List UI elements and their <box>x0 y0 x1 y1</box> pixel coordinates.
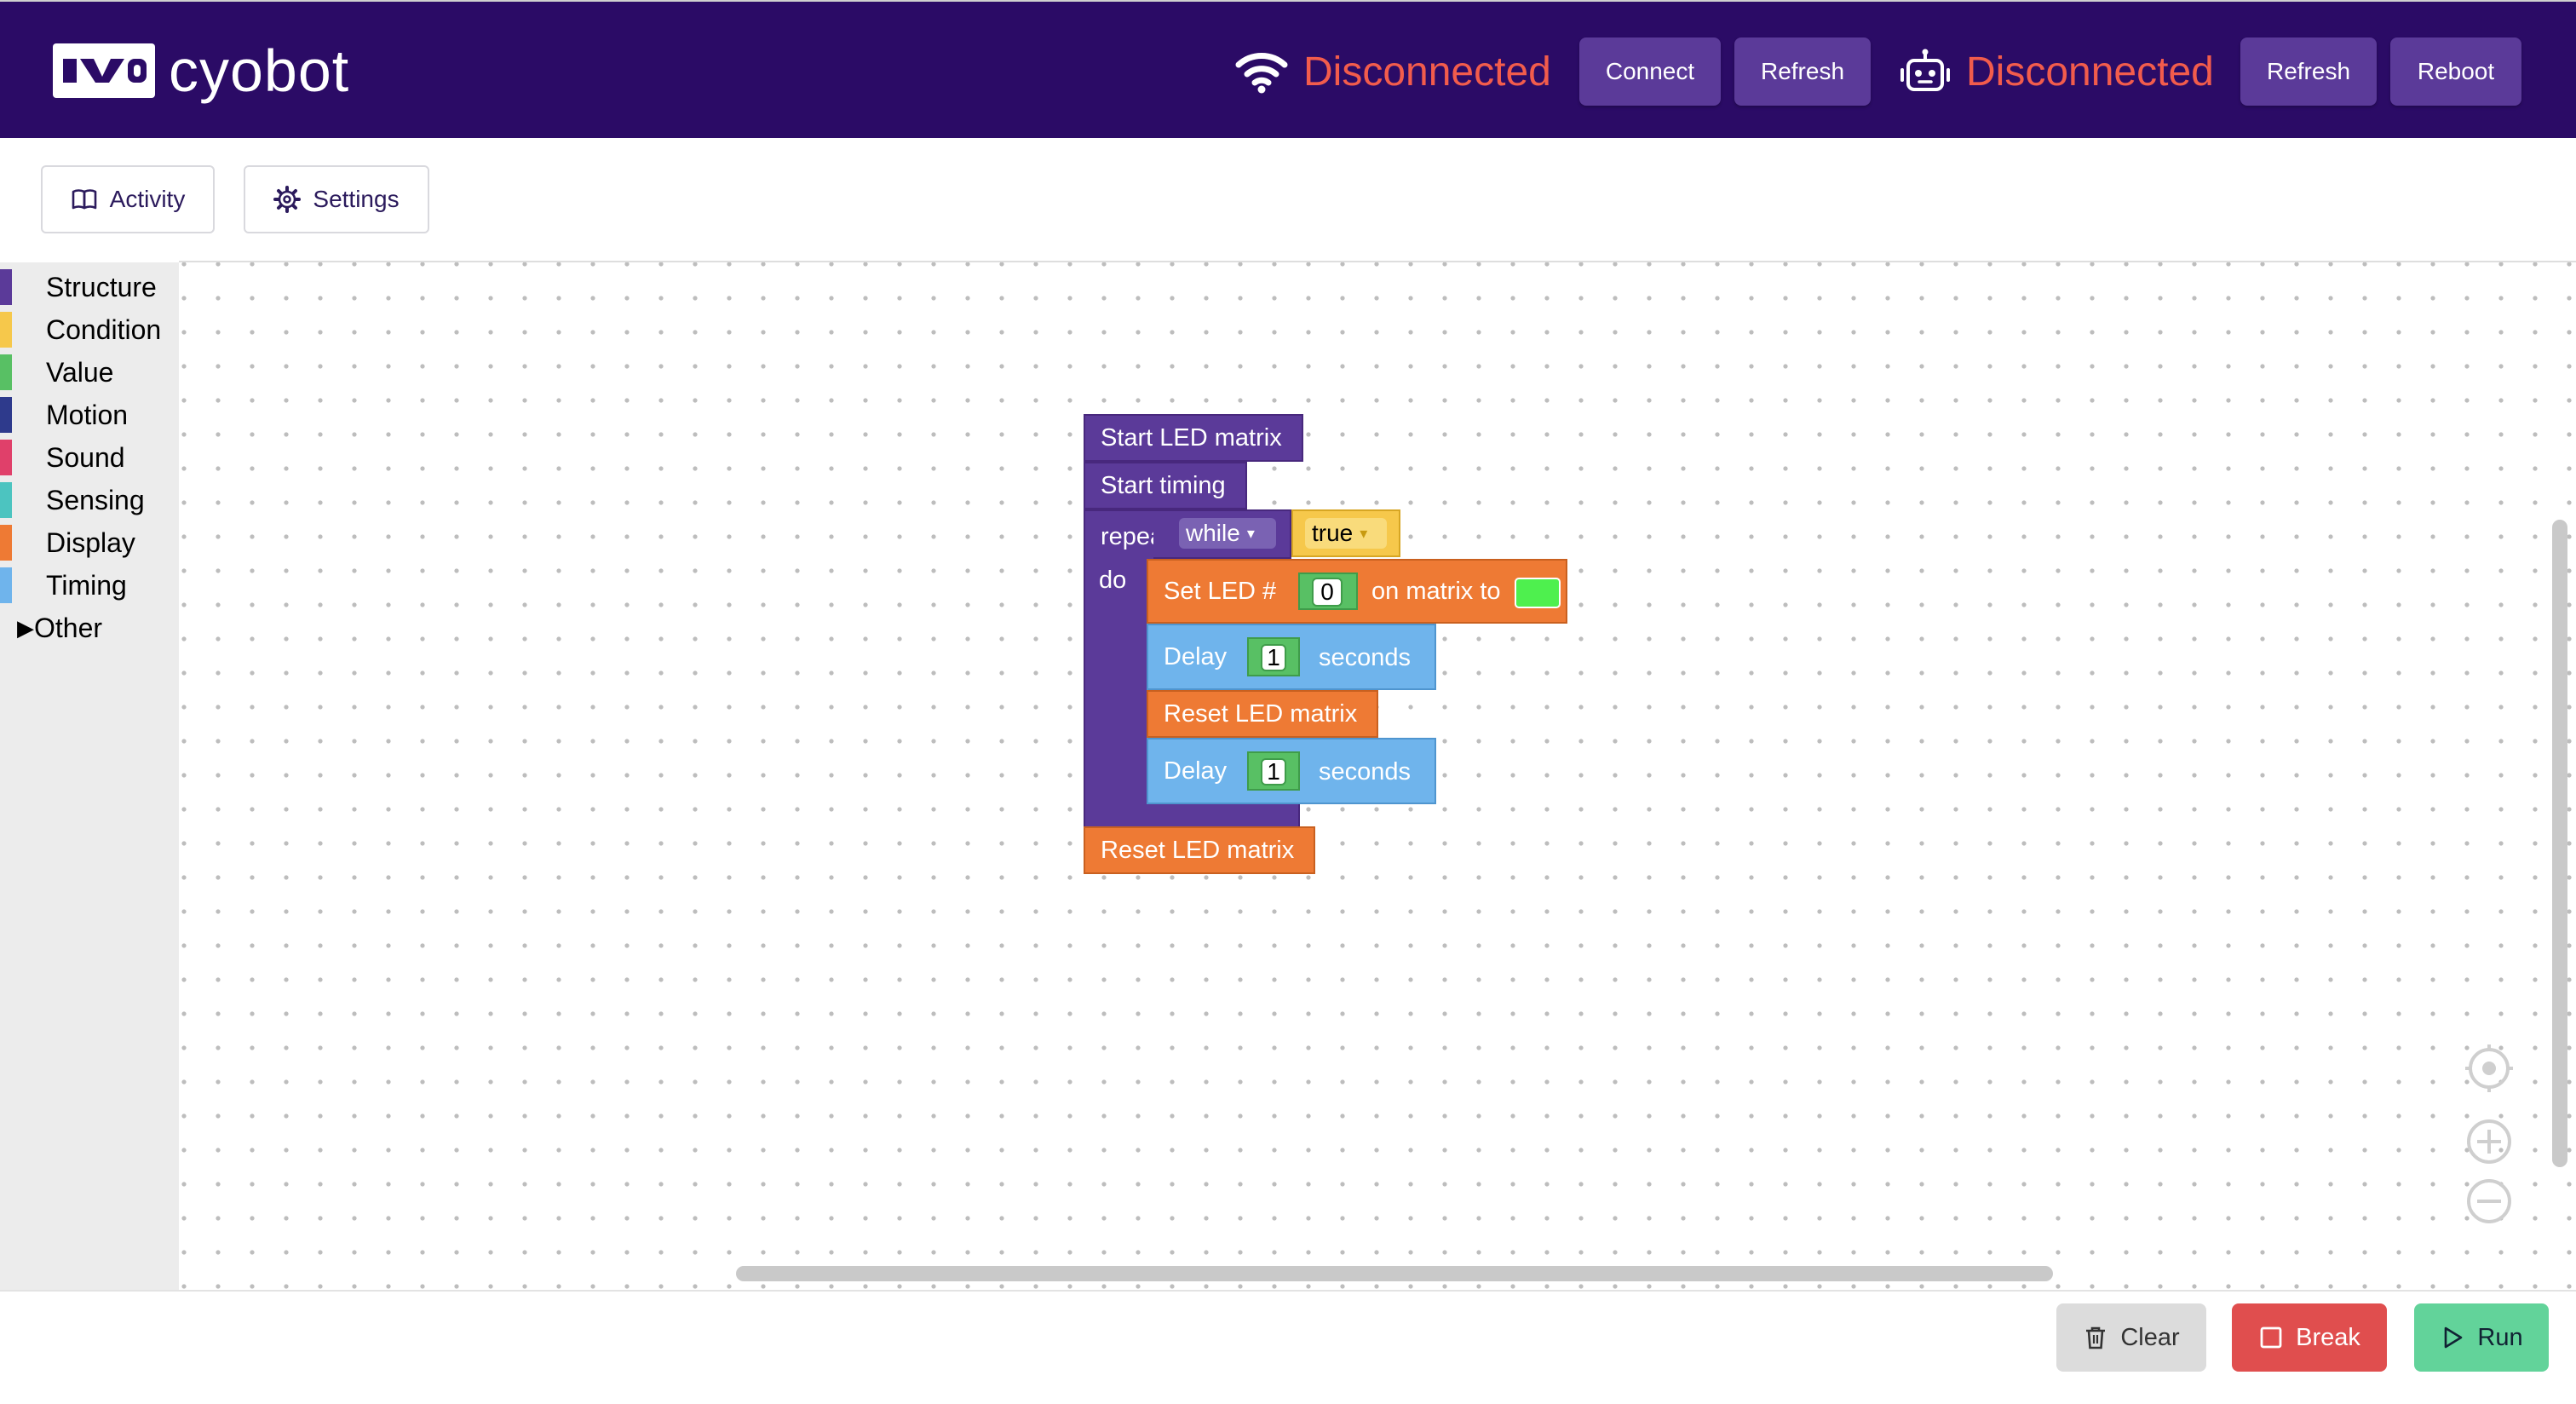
category-color-swatch <box>0 397 12 433</box>
category-label: Timing <box>46 569 127 601</box>
dropdown-arrow-icon: ▾ <box>1360 524 1368 542</box>
category-structure[interactable]: Structure <box>0 268 179 307</box>
block-label: seconds <box>1319 758 1412 785</box>
dropdown-arrow-icon: ▾ <box>1246 524 1255 542</box>
robot-icon <box>1900 49 1950 91</box>
block-label: Reset LED matrix <box>1164 699 1358 728</box>
boolean-dropdown[interactable]: true ▾ <box>1305 518 1387 549</box>
run-button[interactable]: Run <box>2414 1303 2549 1372</box>
category-label: Other <box>34 612 103 643</box>
category-label: Value <box>46 356 114 388</box>
break-label: Break <box>2296 1323 2360 1351</box>
wifi-status: Disconnected <box>1235 37 1551 106</box>
category-color-swatch <box>0 312 12 348</box>
settings-label: Settings <box>313 186 400 212</box>
reset-led-matrix-inner-block[interactable]: Reset LED matrix <box>1147 690 1378 738</box>
boolean-true-block[interactable]: true ▾ <box>1291 509 1400 557</box>
gear-icon <box>273 186 302 213</box>
category-label: Sound <box>46 441 125 473</box>
category-color-swatch <box>0 354 12 390</box>
wifi-icon <box>1235 53 1288 94</box>
robot-status: Disconnected <box>1900 37 2214 106</box>
repeat-while-block[interactable]: repeat <box>1084 509 1170 828</box>
category-condition[interactable]: Condition <box>0 310 179 349</box>
reset-led-matrix-block[interactable]: Reset LED matrix <box>1084 826 1315 874</box>
block-label: seconds <box>1319 644 1412 671</box>
category-motion[interactable]: Motion <box>0 395 179 434</box>
block-label: Start LED matrix <box>1101 423 1282 452</box>
delay-value-block[interactable]: 1 <box>1247 751 1300 791</box>
category-sound[interactable]: Sound <box>0 438 179 477</box>
wifi-status-text: Disconnected <box>1303 49 1551 95</box>
reboot-button[interactable]: Reboot <box>2390 37 2521 106</box>
clear-button[interactable]: Clear <box>2056 1303 2206 1372</box>
delay-block-1[interactable]: Delay 1 seconds <box>1147 624 1436 690</box>
brand-name: cyobot <box>169 37 350 104</box>
category-color-swatch <box>0 482 12 518</box>
robot-status-text: Disconnected <box>1966 49 2214 95</box>
category-value[interactable]: Value <box>0 353 179 392</box>
boolean-value: true <box>1312 520 1354 546</box>
activity-label: Activity <box>109 186 186 212</box>
set-led-block[interactable]: Set LED # 0 on matrix to <box>1147 559 1567 624</box>
category-display[interactable]: Display <box>0 523 179 562</box>
category-sensing[interactable]: Sensing <box>0 480 179 520</box>
zoom-in-icon[interactable] <box>2465 1118 2513 1165</box>
category-color-swatch <box>0 567 12 603</box>
category-color-swatch <box>0 525 12 561</box>
block-toolbox: Structure Condition Value Motion Sound S… <box>0 262 179 1290</box>
trash-icon <box>2086 1326 2106 1349</box>
color-picker-swatch[interactable] <box>1515 578 1561 608</box>
category-other[interactable]: ▶ Other <box>0 608 179 647</box>
category-label: Display <box>46 526 135 558</box>
vertical-scrollbar[interactable] <box>2552 520 2567 1167</box>
refresh-connection-button[interactable]: Refresh <box>1734 37 1871 106</box>
category-label: Structure <box>46 271 157 302</box>
block-label: on matrix to <box>1371 578 1501 605</box>
delay-block-2[interactable]: Delay 1 seconds <box>1147 738 1436 804</box>
category-color-swatch <box>0 269 12 305</box>
top-navbar: cyobot Disconnected Connect Refresh Disc… <box>0 0 2576 138</box>
category-color-swatch <box>0 440 12 475</box>
category-timing[interactable]: Timing <box>0 566 179 605</box>
block-label: Set LED # <box>1164 577 1277 605</box>
settings-button[interactable]: Settings <box>244 165 429 233</box>
play-icon <box>2445 1326 2463 1349</box>
led-index-value-block[interactable]: 0 <box>1298 573 1358 610</box>
brand-logo: cyobot <box>53 37 350 104</box>
activity-button[interactable]: Activity <box>41 165 215 233</box>
break-button[interactable]: Break <box>2232 1303 2387 1372</box>
start-timing-block[interactable]: Start timing <box>1084 462 1247 509</box>
category-label: Condition <box>46 314 162 345</box>
horizontal-scrollbar[interactable] <box>736 1266 2053 1281</box>
delay-seconds-input[interactable]: 1 <box>1261 758 1286 785</box>
run-label: Run <box>2477 1323 2523 1351</box>
block-label: Delay <box>1164 757 1228 785</box>
zoom-out-icon[interactable] <box>2465 1177 2513 1225</box>
category-label: Motion <box>46 399 129 430</box>
block-label: Reset LED matrix <box>1101 836 1295 864</box>
refresh-robot-button[interactable]: Refresh <box>2240 37 2377 106</box>
clear-label: Clear <box>2120 1323 2180 1351</box>
do-label: do <box>1099 566 1127 594</box>
block-label: Start timing <box>1101 471 1226 499</box>
recenter-icon[interactable] <box>2465 1044 2513 1092</box>
logo-icon <box>53 43 155 98</box>
led-index-input[interactable]: 0 <box>1312 578 1343 607</box>
start-led-matrix-block[interactable]: Start LED matrix <box>1084 414 1303 462</box>
delay-value-block[interactable]: 1 <box>1247 637 1300 676</box>
book-icon <box>72 189 96 210</box>
repeat-mode-value: while <box>1186 520 1240 546</box>
expand-arrow-icon[interactable]: ▶ <box>17 615 34 642</box>
block-label: Delay <box>1164 642 1228 670</box>
repeat-mode-dropdown[interactable]: while ▾ <box>1179 518 1276 549</box>
category-label: Sensing <box>46 484 145 515</box>
connect-button[interactable]: Connect <box>1579 37 1721 106</box>
stop-square-icon <box>2260 1326 2282 1349</box>
delay-seconds-input[interactable]: 1 <box>1261 644 1286 671</box>
